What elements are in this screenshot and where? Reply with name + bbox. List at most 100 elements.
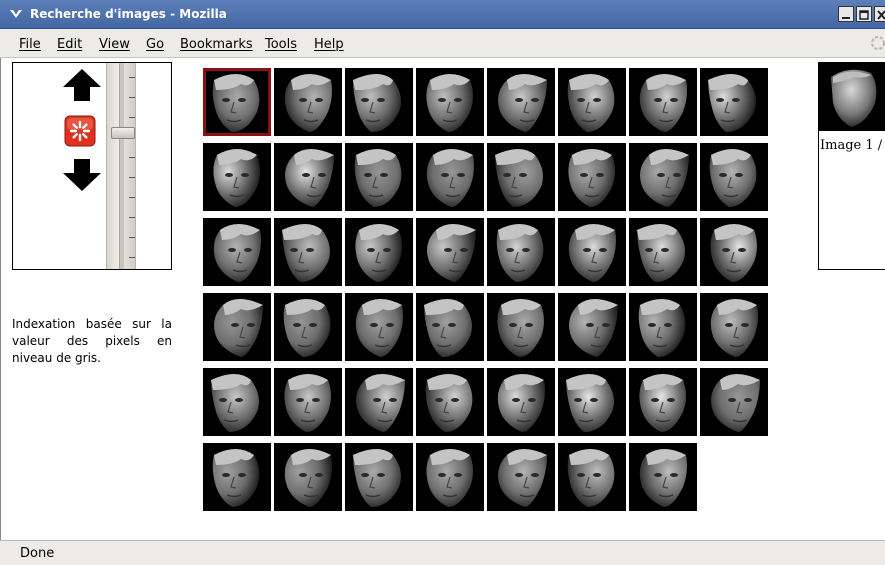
result-thumbnail[interactable]	[487, 218, 555, 286]
face-image	[487, 443, 555, 511]
result-thumbnail[interactable]	[416, 293, 484, 361]
preview-panel: Image 1 / :	[818, 62, 885, 270]
result-thumbnail[interactable]	[203, 443, 271, 511]
face-image	[203, 68, 271, 136]
result-thumbnail[interactable]	[558, 368, 626, 436]
result-thumbnail[interactable]	[700, 218, 768, 286]
result-thumbnail[interactable]	[345, 443, 413, 511]
face-image	[487, 293, 555, 361]
result-thumbnail[interactable]	[629, 368, 697, 436]
result-thumbnail[interactable]	[558, 218, 626, 286]
result-thumbnail[interactable]	[274, 443, 342, 511]
result-thumbnail[interactable]	[203, 143, 271, 211]
result-thumbnail[interactable]	[274, 218, 342, 286]
result-thumbnail[interactable]	[558, 443, 626, 511]
arrow-up-icon[interactable]	[61, 67, 103, 103]
result-thumbnail[interactable]	[487, 68, 555, 136]
result-thumbnail[interactable]	[558, 68, 626, 136]
result-thumbnail[interactable]	[274, 143, 342, 211]
menu-tools[interactable]: Tools	[265, 37, 297, 52]
result-thumbnail[interactable]	[345, 68, 413, 136]
face-image	[487, 218, 555, 286]
result-thumbnail[interactable]	[558, 143, 626, 211]
result-thumbnail[interactable]	[629, 143, 697, 211]
face-image	[345, 293, 413, 361]
menu-go[interactable]: Go	[146, 37, 164, 52]
face-image	[416, 218, 484, 286]
slider-tick	[129, 217, 135, 218]
result-thumbnail[interactable]	[700, 68, 768, 136]
slider-tick	[129, 197, 135, 198]
result-thumbnail[interactable]	[274, 368, 342, 436]
content-area: Indexation basée sur la valeur des pixel…	[0, 58, 885, 540]
slider-tick	[129, 157, 135, 158]
menu-help[interactable]: Help	[314, 37, 344, 52]
slider-groove	[119, 63, 124, 269]
result-thumbnail[interactable]	[416, 68, 484, 136]
zoom-icon	[64, 115, 96, 147]
result-thumbnail[interactable]	[345, 293, 413, 361]
result-thumbnail[interactable]	[487, 143, 555, 211]
navigation-panel	[12, 62, 172, 270]
face-image	[629, 293, 697, 361]
result-thumbnail[interactable]	[629, 68, 697, 136]
result-thumbnail[interactable]	[203, 68, 271, 136]
minimize-button[interactable]	[838, 6, 854, 22]
preview-image[interactable]	[819, 63, 885, 131]
zoom-slider[interactable]	[106, 63, 136, 269]
result-thumbnail[interactable]	[700, 293, 768, 361]
result-thumbnail[interactable]	[629, 443, 697, 511]
status-bar: Done	[0, 540, 885, 565]
result-thumbnail[interactable]	[700, 368, 768, 436]
result-thumbnail[interactable]	[629, 218, 697, 286]
face-image	[203, 293, 271, 361]
result-thumbnail[interactable]	[203, 368, 271, 436]
face-image	[274, 293, 342, 361]
face-image	[700, 68, 768, 136]
face-image	[416, 293, 484, 361]
menu-view[interactable]: View	[99, 37, 130, 52]
face-image	[700, 368, 768, 436]
result-thumbnail[interactable]	[558, 293, 626, 361]
face-image	[345, 368, 413, 436]
result-thumbnail[interactable]	[416, 218, 484, 286]
close-button[interactable]	[874, 6, 885, 22]
result-thumbnail[interactable]	[629, 293, 697, 361]
result-thumbnail[interactable]	[274, 68, 342, 136]
result-thumbnail[interactable]	[487, 293, 555, 361]
result-thumbnail[interactable]	[345, 143, 413, 211]
zoom-button[interactable]	[64, 115, 96, 147]
face-image	[629, 68, 697, 136]
face-image	[203, 143, 271, 211]
result-thumbnail[interactable]	[487, 443, 555, 511]
result-thumbnail[interactable]	[487, 368, 555, 436]
menu-bookmarks[interactable]: Bookmarks	[180, 37, 253, 52]
result-thumbnail[interactable]	[345, 368, 413, 436]
result-thumbnail[interactable]	[203, 218, 271, 286]
status-text: Done	[20, 546, 55, 561]
face-image	[629, 143, 697, 211]
menu-bar: File Edit View Go Bookmarks Tools Help	[0, 29, 885, 58]
result-thumbnail[interactable]	[203, 293, 271, 361]
result-thumbnail[interactable]	[416, 443, 484, 511]
face-image	[558, 143, 626, 211]
maximize-button[interactable]	[856, 6, 872, 22]
face-image	[345, 443, 413, 511]
face-image	[274, 443, 342, 511]
menu-edit[interactable]: Edit	[57, 37, 82, 52]
result-thumbnail[interactable]	[345, 218, 413, 286]
result-thumbnail[interactable]	[416, 368, 484, 436]
result-thumbnail[interactable]	[416, 143, 484, 211]
result-thumbnail[interactable]	[274, 293, 342, 361]
arrow-down-icon[interactable]	[61, 157, 103, 193]
face-image	[203, 368, 271, 436]
face-image	[558, 68, 626, 136]
close-icon	[877, 10, 885, 20]
slider-thumb[interactable]	[111, 127, 135, 139]
throbber-icon	[871, 36, 885, 50]
menu-file[interactable]: File	[19, 37, 41, 52]
result-thumbnail[interactable]	[700, 143, 768, 211]
face-image	[700, 143, 768, 211]
preview-caption: Image 1 / :	[820, 138, 885, 153]
window-menu-icon[interactable]	[8, 6, 24, 22]
